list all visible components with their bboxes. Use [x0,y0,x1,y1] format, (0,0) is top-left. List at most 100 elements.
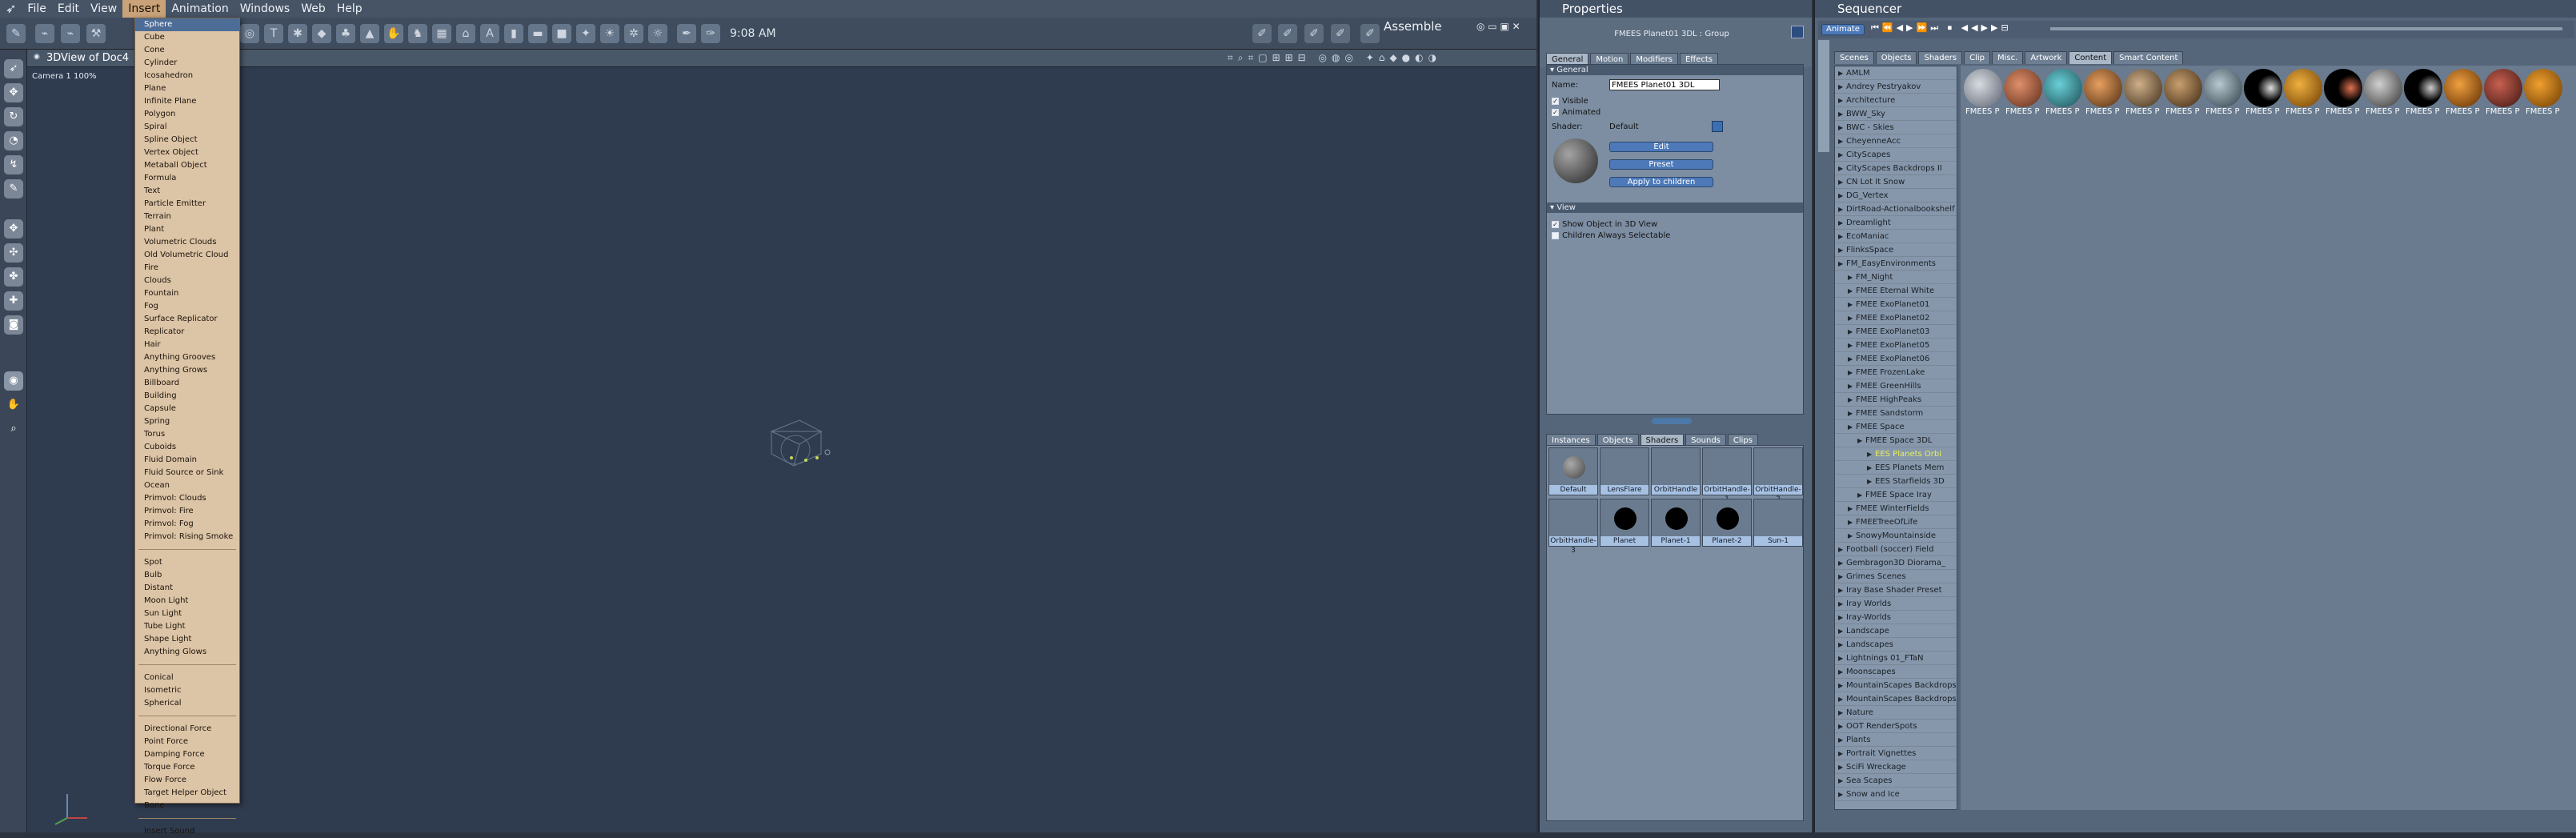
expand-arrow-icon[interactable]: ▶ [1838,611,1846,623]
tree-item[interactable]: ▶ FMEE ExoPlanet03 [1835,325,1957,339]
expand-arrow-icon[interactable]: ▶ [1848,298,1856,311]
cube-icon[interactable]: ■ [552,24,571,43]
expand-arrow-icon[interactable]: ▶ [1838,80,1846,93]
expand-arrow-icon[interactable]: ▶ [1838,66,1846,79]
expand-arrow-icon[interactable]: ▶ [1838,760,1846,773]
insert-menu-item[interactable]: Cube [135,31,239,44]
edit-button[interactable]: Edit [1609,142,1713,152]
expand-arrow-icon[interactable]: ▶ [1848,352,1856,365]
hammer-tool-icon[interactable]: ⚒ [86,24,106,43]
animate-button[interactable]: Animate [1821,24,1865,35]
tree-item[interactable]: ▶ Snow and Ice [1835,788,1957,801]
wrench-icon[interactable]: ✑ [701,24,720,43]
content-thumbnail[interactable] [2244,69,2282,107]
insert-menu-item[interactable]: Fire [135,262,239,275]
content-thumbnail[interactable] [2084,69,2122,107]
insert-menu-item[interactable]: Anything Grooves [135,351,239,364]
shader-item[interactable]: Default [1548,447,1598,495]
expand-arrow-icon[interactable]: ▶ [1848,393,1856,406]
tree-item[interactable]: ▶ FMEETreeOfLife [1835,515,1957,529]
content-thumbnail[interactable] [2284,69,2322,107]
shader-item[interactable]: Sun-1 [1753,499,1803,547]
timeline-slider[interactable] [2050,27,2562,30]
shader-item[interactable]: Planet [1600,499,1649,547]
tree-item[interactable]: ▶ FMEE ExoPlanet05 [1835,339,1957,352]
pan-tool-icon[interactable]: ✥ [4,219,23,239]
insert-menu-item[interactable]: Anything Glows [135,646,239,659]
insert-menu-item[interactable]: Shape Light [135,633,239,646]
insert-menu-item[interactable]: Clouds [135,275,239,287]
camera-icon[interactable]: ✐ [1304,24,1324,43]
tree-item[interactable]: ▶ FMEE HighPeaks [1835,393,1957,407]
insert-menu-item[interactable]: Primvol: Fog [135,518,239,531]
content-thumbnail[interactable] [2524,69,2562,107]
expand-arrow-icon[interactable]: ▶ [1838,706,1846,719]
content-thumbnail[interactable] [2444,69,2482,107]
tree-item[interactable]: ▶ Iray Base Shader Preset [1835,583,1957,597]
insert-menu-item[interactable]: Vertex Object [135,146,239,159]
orbit-tool-icon[interactable]: ✤ [4,267,23,287]
expand-arrow-icon[interactable]: ▶ [1838,556,1846,569]
tree-item[interactable]: ▶ Sea Scapes [1835,774,1957,788]
shader-item[interactable]: LensFlare [1600,447,1649,495]
expand-arrow-icon[interactable]: ▶ [1838,202,1846,215]
insert-menu-item[interactable]: Point Force [135,736,239,748]
general-section-header[interactable]: ▾ General [1547,65,1803,75]
house-icon[interactable]: ⌂ [456,24,475,43]
terrain-icon[interactable]: ▲ [360,24,379,43]
tree-item[interactable]: ▶ AMLM [1835,66,1957,80]
tree-item[interactable]: ▶ SnowyMountainside [1835,529,1957,543]
content-thumbnail[interactable] [2004,69,2042,107]
shader-preview[interactable] [1553,138,1598,183]
tree-item[interactable]: ▶ Grimes Scenes [1835,570,1957,583]
insert-menu-item[interactable]: Infinite Plane [135,95,239,108]
apply-to-children-button[interactable]: Apply to children [1609,177,1713,187]
insert-menu-item[interactable]: Fountain [135,287,239,300]
tree-item[interactable]: ▶ OOT RenderSpots [1835,720,1957,733]
content-thumbnail[interactable] [2204,69,2242,107]
expand-arrow-icon[interactable]: ▶ [1867,461,1875,474]
tree-item[interactable]: ▶ FlinksSpace [1835,243,1957,257]
insert-menu-item[interactable]: Plant [135,223,239,236]
tree-item[interactable]: ▶ DG_Vertex [1835,189,1957,202]
content-tab[interactable]: Misc. [1992,51,2024,64]
tree-item[interactable]: ▶ Gembragon3D Diorama_ [1835,556,1957,570]
tree-item[interactable]: ▶ FMEE FrozenLake [1835,366,1957,379]
insert-menu-item[interactable]: Sun Light [135,607,239,620]
content-tab[interactable]: Clip [1964,51,1991,64]
expand-arrow-icon[interactable]: ▶ [1838,638,1846,651]
expand-arrow-icon[interactable]: ▶ [1838,243,1846,256]
dolly-tool-icon[interactable]: ✣ [4,243,23,263]
menu-animation[interactable]: Animation [166,0,234,18]
view-section-header[interactable]: ▾ View [1547,202,1803,213]
insert-menu-item[interactable]: Spherical [135,697,239,710]
tree-item[interactable]: ▶ FMEE GreenHills [1835,379,1957,393]
insert-menu-item[interactable]: Polygon [135,108,239,121]
expand-arrow-icon[interactable]: ▶ [1848,407,1856,419]
content-thumbnail[interactable] [2404,69,2442,107]
pen-icon[interactable]: ✐ [1331,24,1350,43]
expand-arrow-icon[interactable]: ▶ [1848,339,1856,351]
insert-menu-item[interactable]: Cuboids [135,441,239,454]
insert-menu-item[interactable]: Bulb [135,569,239,582]
torus-icon[interactable]: ◎ [240,24,259,43]
tree-item[interactable]: ▶ FMEE Space Iray [1835,488,1957,502]
tree-item[interactable]: ▶ EcoManiac [1835,230,1957,243]
menu-windows[interactable]: Windows [234,0,296,18]
expand-arrow-icon[interactable]: ▶ [1848,529,1856,542]
expand-arrow-icon[interactable]: ▶ [1838,747,1846,760]
room-label[interactable]: Assemble [1384,18,1442,35]
expand-arrow-icon[interactable]: ▶ [1838,543,1846,555]
shader-item[interactable]: OrbitHandle-1 [1702,447,1752,503]
insert-menu-item[interactable]: Spot [135,556,239,569]
bend-tool-icon[interactable]: ↯ [4,155,23,174]
insert-menu-item[interactable]: Terrain [135,211,239,223]
expand-arrow-icon[interactable]: ▶ [1838,121,1846,134]
insert-menu-item[interactable]: Text [135,185,239,198]
expand-arrow-icon[interactable]: ▶ [1848,284,1856,297]
insert-menu-item[interactable]: Insert Sound [135,825,239,838]
expand-arrow-icon[interactable]: ▶ [1867,475,1875,487]
expand-arrow-icon[interactable]: ▶ [1838,175,1846,188]
tree-item[interactable]: ▶ CN Lot It Snow [1835,175,1957,189]
tree-item[interactable]: ▶ FMEE Space 3DL [1835,434,1957,447]
